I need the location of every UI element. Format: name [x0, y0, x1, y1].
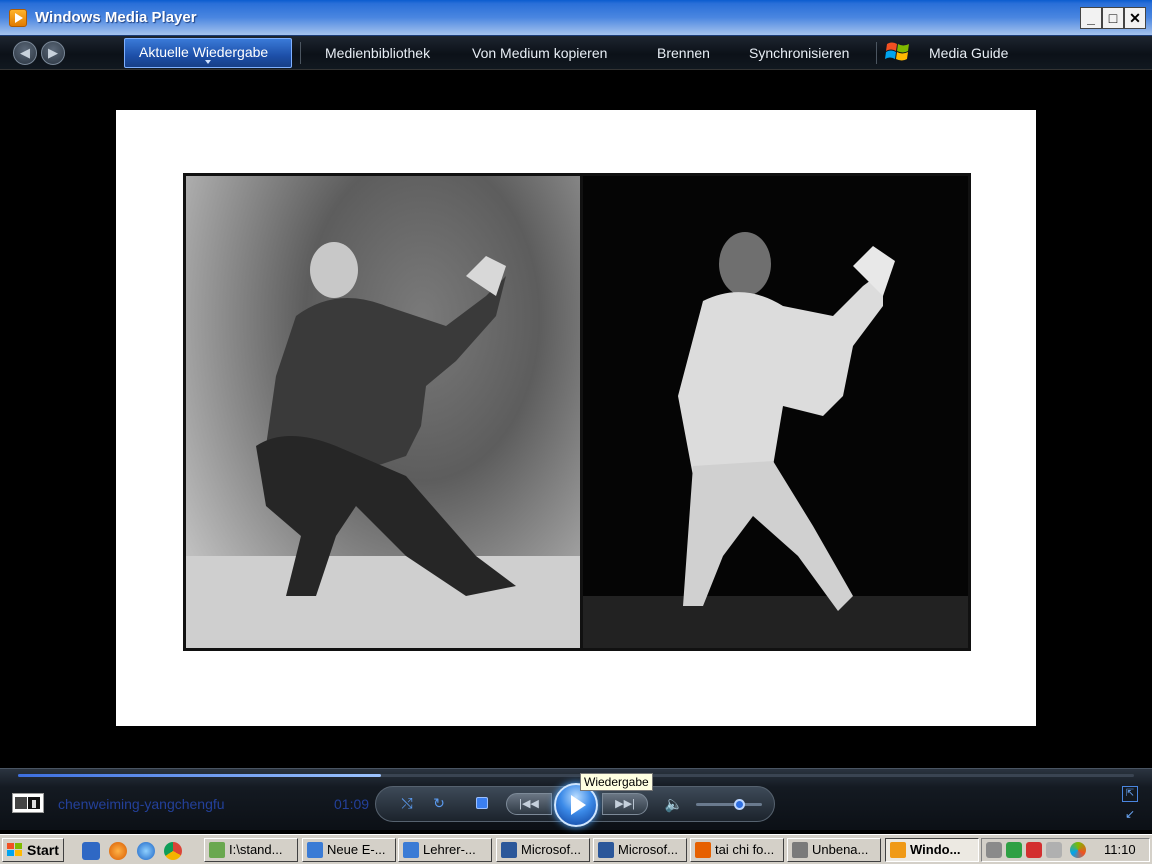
next-button[interactable]: ▶▶| [602, 793, 648, 815]
taskbar: Start I:\stand... Neue E-... Lehrer-... Mic… [0, 834, 1152, 864]
photo-left [183, 173, 583, 651]
video-frame [116, 110, 1036, 726]
taskbar-button-label: I:\stand... [229, 842, 283, 857]
seek-bar[interactable] [18, 774, 1134, 777]
media-title: chenweiming-yangchengfu [58, 796, 225, 812]
taskbar-button[interactable]: I:\stand... [204, 838, 298, 862]
tab-rip[interactable]: Von Medium kopieren [472, 36, 607, 70]
security-icon[interactable] [1006, 842, 1022, 858]
nav-divider [876, 42, 877, 64]
firefox-icon [695, 842, 711, 858]
previous-button[interactable]: |◀◀ [506, 793, 552, 815]
show-desktop-icon[interactable] [82, 842, 100, 860]
stop-button[interactable] [476, 797, 488, 809]
maximize-button[interactable]: □ [1102, 7, 1124, 29]
tab-now-playing[interactable]: Aktuelle Wiedergabe [124, 38, 292, 68]
shuffle-icon[interactable]: ⤭ [397, 795, 417, 815]
time-elapsed: 01:09 [334, 796, 370, 812]
taskbar-button-label: tai chi fo... [715, 842, 775, 857]
network-icon[interactable] [986, 842, 1002, 858]
speaker-icon[interactable] [1046, 842, 1062, 858]
taskbar-button[interactable]: Microsof... [496, 838, 590, 862]
nav-divider [300, 42, 301, 64]
taskbar-button-label: Neue E-... [327, 842, 386, 857]
taskbar-button[interactable]: Unbena... [787, 838, 881, 862]
forward-arrow-icon[interactable]: ▶ [41, 41, 65, 65]
folder-edit-icon [209, 842, 225, 858]
taskbar-button[interactable]: Microsof... [593, 838, 687, 862]
word-icon [501, 842, 517, 858]
paint-icon [792, 842, 808, 858]
chrome-icon[interactable] [164, 842, 182, 860]
taskbar-button-label: Lehrer-... [423, 842, 476, 857]
firefox-icon[interactable] [109, 842, 127, 860]
volume-slider[interactable] [696, 799, 762, 810]
switch-to-skin-mode-icon[interactable]: ↙ [1122, 807, 1138, 823]
ie-icon[interactable] [137, 842, 155, 860]
media-thumbnail[interactable] [12, 793, 44, 813]
photo-right [583, 173, 971, 651]
system-tray: 11:10 [981, 838, 1150, 862]
close-button[interactable]: ✕ [1124, 7, 1146, 29]
tab-media-guide[interactable]: Media Guide [929, 36, 1008, 70]
switch-to-full-mode-icon[interactable]: ⇱ [1122, 786, 1138, 802]
seek-progress [18, 774, 381, 777]
start-logo-icon [7, 843, 22, 856]
tab-library[interactable]: Medienbibliothek [325, 36, 430, 70]
taskbar-button-label: Microsof... [521, 842, 581, 857]
navigation-bar: ◀ ▶ Aktuelle Wiedergabe Medienbibliothek… [0, 36, 1152, 70]
start-button[interactable]: Start [2, 838, 64, 862]
ie-icon [307, 842, 323, 858]
figure-left-silhouette [186, 242, 580, 648]
windows-logo-icon [885, 42, 909, 61]
sync-icon[interactable] [1070, 842, 1086, 858]
taskbar-button[interactable]: Lehrer-... [398, 838, 492, 862]
volume-knob[interactable] [734, 799, 746, 810]
taskbar-button-label: Microsof... [618, 842, 678, 857]
title-bar[interactable]: Windows Media Player _ □ ✕ [0, 0, 1152, 36]
video-display[interactable] [4, 70, 1148, 768]
taskbar-button[interactable]: Windo... [885, 838, 979, 862]
player-controls: chenweiming-yangchengfu 01:09 ⤭ ↻ |◀◀ ▶▶… [0, 768, 1152, 830]
window-title: Windows Media Player [35, 9, 197, 26]
minimize-button[interactable]: _ [1080, 7, 1102, 29]
ie-icon [403, 842, 419, 858]
tab-burn[interactable]: Brennen [657, 36, 710, 70]
repeat-icon[interactable]: ↻ [429, 795, 449, 815]
taskbar-button[interactable]: Neue E-... [302, 838, 396, 862]
wmp-icon [890, 842, 906, 858]
back-arrow-icon[interactable]: ◀ [13, 41, 37, 65]
wmp-app-icon[interactable] [9, 9, 27, 27]
figure-right-silhouette [583, 232, 968, 648]
word-icon [598, 842, 614, 858]
tab-sync[interactable]: Synchronisieren [749, 36, 849, 70]
taskbar-button-label: Unbena... [812, 842, 869, 857]
taskbar-button-label: Windo... [910, 842, 961, 857]
volume-icon[interactable]: 🔈 [664, 795, 684, 815]
acrobat-icon[interactable] [1026, 842, 1042, 858]
play-tooltip: Wiedergabe [580, 773, 653, 791]
clock: 11:10 [1104, 842, 1136, 857]
thumbnail-image [15, 797, 40, 809]
start-label: Start [27, 842, 59, 858]
transport-controls: ⤭ ↻ |◀◀ ▶▶| 🔈 [375, 783, 775, 827]
taskbar-button[interactable]: tai chi fo... [690, 838, 784, 862]
